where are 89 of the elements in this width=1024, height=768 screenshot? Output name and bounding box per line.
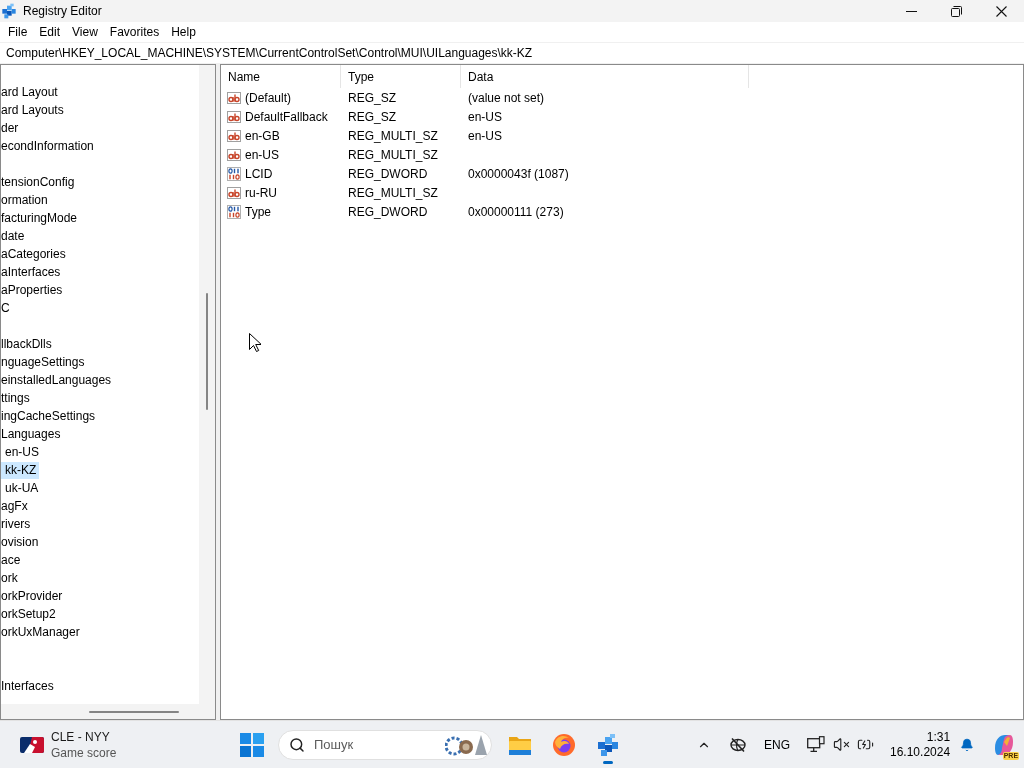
tree-item[interactable]: rivers [1,515,34,533]
search-field[interactable]: Пошук [314,737,436,752]
menu-item[interactable]: Help [165,23,202,41]
globe-crossed-icon[interactable] [730,736,746,753]
menu-item[interactable]: View [66,23,104,41]
column-header[interactable]: Type [341,65,461,88]
tree-item[interactable]: kk-KZ [1,461,40,479]
value-name[interactable]: en-GB [244,127,281,144]
clock-time[interactable]: 1:31 [926,729,951,745]
close-icon[interactable] [996,5,1007,17]
tree-item[interactable]: aInterfaces [1,263,64,281]
mouse-pointer-icon [249,333,261,352]
tree-item[interactable]: econdInformation [1,137,97,155]
tree-item[interactable]: ork [1,569,21,587]
minimize-icon[interactable] [906,10,917,12]
ab-text-icon [227,147,241,162]
value-name[interactable]: en-US [244,146,280,163]
widget-subtitle[interactable]: Game score [51,744,117,761]
tree-item[interactable]: orkSetup2 [1,605,59,623]
tree-item[interactable]: ttings [1,389,33,407]
menu-item[interactable]: Favorites [103,23,166,41]
windows-logo-icon[interactable] [240,732,264,757]
tree-item[interactable]: aProperties [1,281,66,299]
value-type: REG_MULTI_SZ [347,185,439,200]
binary-digits-icon [227,204,241,219]
value-type: REG_MULTI_SZ [347,147,439,162]
window-title: Registry Editor [23,4,102,18]
binary-digits-icon [227,166,241,181]
tree-item[interactable]: ingCacheSettings [1,407,99,425]
value-type: REG_MULTI_SZ [347,128,439,143]
value-data: en-US [467,128,503,143]
search-icon [289,736,305,753]
value-data: 0x00000111 (273) [467,204,565,219]
tree-item[interactable]: ace [1,551,24,569]
tree-item[interactable]: uk-UA [1,479,42,497]
tree-item[interactable]: date [1,227,28,245]
value-type: REG_SZ [347,109,397,124]
tree-item[interactable]: aCategories [1,245,69,263]
monitor-icon[interactable] [807,736,825,753]
tree-item[interactable]: nguageSettings [1,353,88,371]
column-header[interactable]: Data [461,65,749,88]
tree-item[interactable]: der [1,119,22,137]
restore-icon[interactable] [951,5,962,17]
tree-item[interactable]: tensionConfig [1,173,78,191]
tree-item[interactable]: ard Layout [1,83,61,101]
tree-item[interactable]: orkUxManager [1,623,83,641]
cubes-icon[interactable] [596,732,620,757]
tree-item[interactable]: ovision [1,533,42,551]
tree-item[interactable]: facturingMode [1,209,81,227]
scrollbar-thumb[interactable] [206,293,208,410]
clock-date[interactable]: 16.10.2024 [890,744,951,760]
value-type: REG_DWORD [347,166,429,181]
tree-item[interactable]: ard Layouts [1,101,67,119]
tree-item[interactable]: Interfaces [1,677,57,695]
value-name[interactable]: LCID [244,165,274,182]
scrollbar-thumb[interactable] [89,710,179,713]
tree-item[interactable]: Languages [1,425,64,443]
value-name[interactable]: (Default) [244,89,292,106]
value-name[interactable]: ru-RU [244,184,278,201]
value-type: REG_SZ [347,90,397,105]
cubes-icon[interactable] [1,3,17,19]
value-data: (value not set) [467,90,546,105]
ab-text-icon [227,90,241,105]
menu-item[interactable]: Edit [33,23,67,41]
browser-globe-icon[interactable] [552,732,576,757]
tree-item[interactable]: C [1,299,13,317]
menu-item[interactable]: File [2,23,34,41]
bell-icon[interactable] [960,737,975,752]
speaker-muted-icon[interactable] [833,736,850,753]
search-bar[interactable]: Пошук [278,729,492,760]
value-data: en-US [467,109,503,124]
league-logo-icon[interactable] [20,736,44,753]
tree-item[interactable]: llbackDlls [1,335,55,353]
ab-text-icon [227,128,241,143]
value-type: REG_DWORD [347,204,429,219]
tree-item[interactable]: en-US [1,443,42,461]
ab-text-icon [227,109,241,124]
language-indicator[interactable]: ENG [764,737,790,752]
value-name[interactable]: Type [244,203,272,220]
tree-item[interactable]: agFx [1,497,31,515]
ab-text-icon [227,185,241,200]
tree-item[interactable]: einstalledLanguages [1,371,115,389]
address-field[interactable]: Computer\HKEY_LOCAL_MACHINE\SYSTEM\CurrentControlSet\Control\MUI\UILanguages\kk-KZ [0,43,1024,63]
value-data: 0x0000043f (1087) [467,166,570,181]
tree-item[interactable]: ormation [1,191,51,209]
widget-title[interactable]: CLE - NYY [51,728,117,745]
value-name[interactable]: DefaultFallback [244,108,329,125]
tree-item[interactable]: orkProvider [1,587,66,605]
column-header[interactable]: Name [221,65,341,88]
